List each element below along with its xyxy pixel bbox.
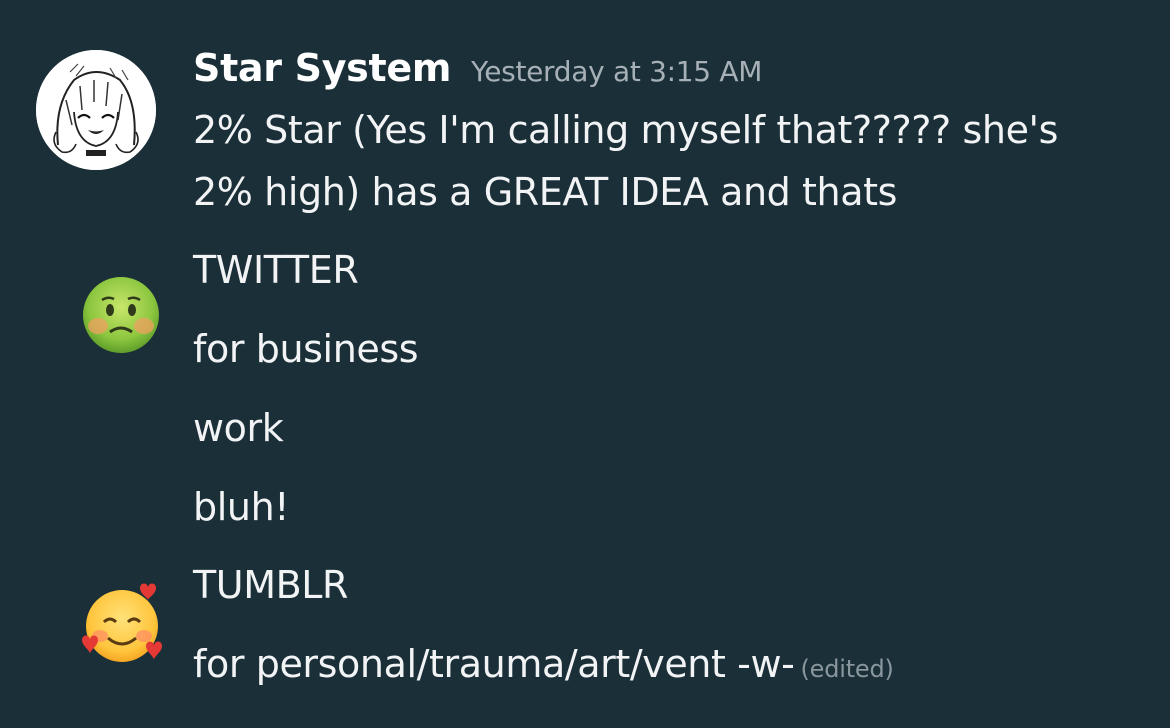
user-avatar[interactable]	[36, 50, 156, 170]
message-line-bluh: bluh!	[193, 485, 290, 529]
message-line-twitter: TWITTER	[193, 248, 359, 292]
message-timestamp[interactable]: Yesterday at 3:15 AM	[471, 55, 762, 88]
message-line-tumblr: TUMBLR	[193, 563, 349, 607]
nauseated-face-icon	[80, 274, 162, 360]
smiling-face-with-hearts-icon	[78, 578, 168, 672]
avatar-sketch-icon	[36, 50, 156, 170]
message-line-personal-text: for personal/trauma/art/vent -w-	[193, 642, 795, 686]
message-line-business: for business	[193, 327, 419, 371]
message-line-personal: for personal/trauma/art/vent -w- (edited)	[193, 642, 894, 686]
edited-label[interactable]: (edited)	[800, 655, 893, 683]
username[interactable]: Star System	[193, 46, 451, 90]
message-header: Star System Yesterday at 3:15 AM	[193, 46, 762, 90]
message-line-2: 2% high) has a GREAT IDEA and thats	[193, 170, 898, 214]
message-line-work: work	[193, 406, 284, 450]
message-line-1: 2% Star (Yes I'm calling myself that????…	[193, 108, 1058, 152]
